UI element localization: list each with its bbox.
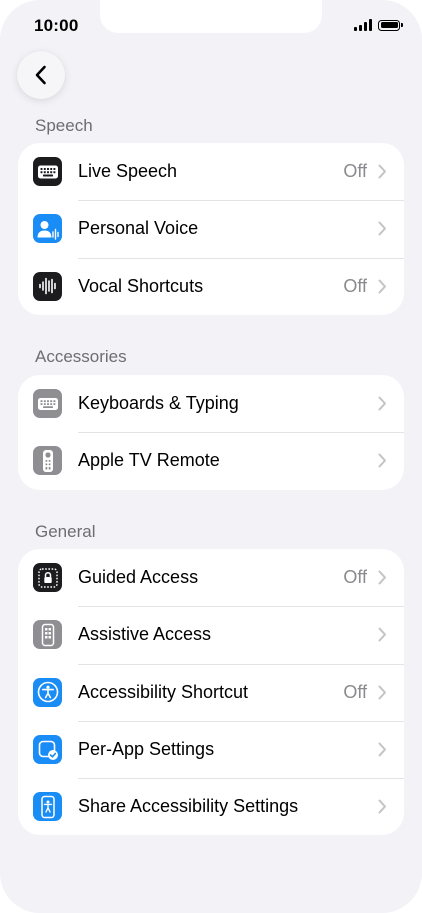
keyboard-icon [33, 157, 62, 187]
keyboard-icon [33, 389, 62, 419]
row-label: Accessibility Shortcut [78, 681, 249, 702]
row-value: Off [343, 161, 367, 182]
row-value: Off [343, 275, 367, 296]
app-checkmark-icon [33, 735, 62, 765]
row-personal-voice[interactable]: Personal Voice [18, 200, 404, 257]
row-live-speech[interactable]: Live Speech Off [18, 143, 404, 200]
row-label: Vocal Shortcuts [78, 275, 204, 296]
row-label: Guided Access [78, 567, 199, 588]
section-header-accessories: Accessories [35, 347, 127, 366]
lock-icon [33, 563, 62, 593]
status-icons [354, 19, 403, 31]
chevron-right-icon [377, 627, 387, 643]
person-waveform-icon [33, 214, 62, 244]
group-speech: Live Speech Off Personal Voice Vocal Sho… [18, 143, 404, 315]
phone-screen: 10:00 Speech Live Speech Off Personal Vo… [0, 0, 422, 913]
row-vocal-shortcuts[interactable]: Vocal Shortcuts Off [18, 257, 404, 315]
chevron-left-icon [35, 65, 46, 85]
chevron-right-icon [377, 684, 387, 700]
share-accessibility-icon [33, 792, 62, 822]
row-share-accessibility-settings[interactable]: Share Accessibility Settings [18, 778, 404, 835]
row-label: Apple TV Remote [78, 450, 220, 471]
row-per-app-settings[interactable]: Per-App Settings [18, 720, 404, 778]
group-general: Guided Access Off Assistive Access Acces… [18, 549, 404, 836]
remote-icon [33, 446, 62, 476]
battery-icon [378, 19, 403, 31]
row-guided-access[interactable]: Guided Access Off [18, 549, 404, 606]
group-accessories: Keyboards & Typing Apple TV Remote [18, 375, 404, 490]
status-time: 10:00 [34, 16, 79, 35]
row-label: Assistive Access [78, 624, 212, 645]
chevron-right-icon [377, 221, 387, 237]
status-bar: 10:00 [0, 0, 422, 50]
accessibility-icon [33, 677, 62, 707]
row-label: Share Accessibility Settings [78, 796, 299, 817]
row-keyboards-typing[interactable]: Keyboards & Typing [18, 375, 404, 432]
chevron-right-icon [377, 164, 387, 180]
row-label: Per-App Settings [78, 739, 215, 760]
chevron-right-icon [377, 570, 387, 586]
chevron-right-icon [377, 453, 387, 469]
waveform-icon [33, 271, 62, 301]
row-apple-tv-remote[interactable]: Apple TV Remote [18, 432, 404, 489]
row-value: Off [343, 681, 367, 702]
chevron-right-icon [377, 799, 387, 815]
section-header-speech: Speech [35, 116, 93, 135]
chevron-right-icon [377, 278, 387, 294]
row-label: Personal Voice [78, 218, 199, 239]
row-label: Keyboards & Typing [78, 393, 239, 414]
phone-grid-icon [33, 620, 62, 650]
section-header-general: General [35, 522, 96, 541]
back-button[interactable] [17, 51, 65, 99]
row-value: Off [343, 567, 367, 588]
chevron-right-icon [377, 742, 387, 758]
row-assistive-access[interactable]: Assistive Access [18, 606, 404, 663]
chevron-right-icon [377, 396, 387, 412]
row-accessibility-shortcut[interactable]: Accessibility Shortcut Off [18, 663, 404, 721]
cellular-signal-icon [354, 19, 372, 31]
row-label: Live Speech [78, 161, 178, 182]
